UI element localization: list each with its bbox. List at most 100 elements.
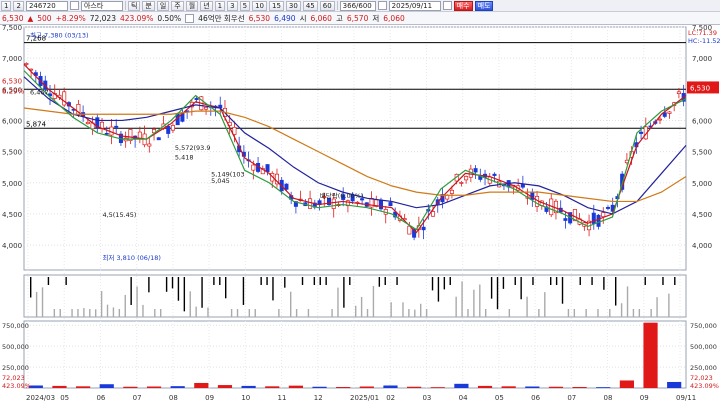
current-price-left-label: 6,530 [2,77,22,85]
signal-tick [106,304,109,317]
signal-tick [41,287,44,317]
signal-tick [674,277,676,285]
signal-tick [266,277,268,285]
signal-tick [638,309,641,317]
volume-bar [359,386,374,388]
volume-bar [217,385,233,388]
volume-bar [548,386,564,388]
signal-tick [295,309,298,317]
signal-tick [626,286,629,317]
signal-tick [195,306,197,317]
signal-tick [301,277,304,285]
price-axis-label-right: 5,000 [692,180,712,188]
interval-15[interactable]: 15 [268,0,284,11]
info-icon[interactable] [185,13,195,23]
volume-bar [170,386,185,388]
signal-tick [95,309,97,317]
volume-bar [596,387,611,388]
signal-tick [378,277,381,287]
period-year[interactable]: 년 [200,0,213,11]
stock-code-input[interactable]: 246720 [25,0,68,11]
signal-tick [408,309,410,317]
tab-1[interactable]: 1 [1,0,12,11]
candle-body [166,126,171,134]
signal-tick [337,287,339,317]
signal-tick [236,309,239,317]
period-day[interactable]: 일 [156,0,170,11]
stock-chart[interactable]: 7,5007,5007,0007,0006,5006,5006,0006,000… [0,25,720,404]
interval-45[interactable]: 45 [302,0,318,11]
calendar-icon[interactable] [442,1,452,10]
signal-tick [225,277,227,299]
chart-annotation: 최저 3,810 (06/18) [102,253,161,262]
interval-5[interactable]: 5 [239,0,251,11]
candle-body [459,182,464,184]
buy-button[interactable]: 매수 [453,0,473,11]
signal-tick [490,277,493,299]
period-week[interactable]: 주 [171,0,184,11]
interval-1[interactable]: 1 [214,0,226,11]
signal-tick [219,277,221,285]
signal-tick [402,302,404,317]
signal-tick [414,309,416,317]
reference-price: 6,490 [274,13,296,23]
volume-bar [407,386,422,388]
period-month[interactable]: 월 [185,0,199,11]
period-tick[interactable]: 틱 [127,0,141,11]
signal-tick [290,291,292,317]
interval-60[interactable]: 60 [319,0,335,11]
signal-tick [644,277,646,285]
candle-body [85,121,90,125]
signal-tick [573,309,576,317]
signal-tick [171,277,174,289]
stock-name-field[interactable]: 아스타 [80,0,123,11]
signal-tick [656,297,658,317]
signal-tick [461,281,463,317]
time-axis-label: 08 [169,394,178,402]
search-icon[interactable] [69,1,79,10]
sell-button[interactable]: 매도 [474,0,494,11]
current-price-left-pct: 8.29% [2,87,25,95]
signal-tick [355,305,357,317]
chart-annotation: 5,045 [211,177,230,185]
signal-tick [331,309,333,317]
data-count-field[interactable]: 366/600 [339,0,376,11]
time-axis-label: 05 [495,394,504,402]
candle-body [114,125,119,128]
signal-tick [632,309,635,317]
volume-bar [619,380,634,388]
candle-body [284,183,289,190]
signal-tick [591,277,593,285]
candle-body [657,118,662,121]
signal-tick [620,303,623,317]
lock-icon[interactable] [377,1,387,10]
low-value: 6,060 [383,13,405,23]
time-axis-label: 2025/01 [350,394,379,402]
candle-body [445,194,450,200]
signal-tick [53,309,56,317]
interval-3[interactable]: 3 [227,0,238,11]
date-field[interactable]: 2025/09/11 [388,0,441,11]
signal-tick [555,277,558,285]
time-axis-label: 06 [531,394,540,402]
candle-body [194,98,199,101]
candle-body [464,176,469,181]
volume-bar [123,386,138,388]
candle-body [601,212,606,218]
signal-tick [650,309,652,317]
price-axis-label-right: 7,000 [692,55,712,63]
candle-body [331,198,336,209]
signal-tick [148,277,150,293]
divider [124,1,126,10]
period-minute[interactable]: 분 [142,0,155,11]
tab-2[interactable]: 2 [13,0,24,11]
time-axis-label: 05 [60,394,69,402]
time-axis-label: 06 [96,394,105,402]
chart-annotation: 5,572(93.9 [175,144,211,152]
interval-10[interactable]: 10 [252,0,267,11]
interval-30[interactable]: 30 [285,0,301,11]
signal-tick [449,277,451,285]
signal-tick [183,277,186,312]
signal-tick [260,277,262,285]
volume-bar [454,383,469,388]
